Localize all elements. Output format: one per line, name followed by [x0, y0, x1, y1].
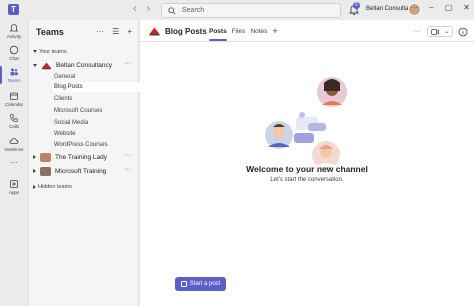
calendar-icon: [10, 92, 18, 100]
team-avatar: [40, 166, 51, 176]
history-navigation: ‹ ›: [133, 3, 150, 15]
rail-item-chat[interactable]: Chat: [0, 44, 28, 66]
rail-label: OneDrive: [4, 147, 24, 152]
rail-item-calendar[interactable]: Calendar: [0, 90, 28, 112]
panel-title: Teams: [36, 27, 64, 37]
your-teams-section[interactable]: Your teams: [33, 49, 67, 55]
rail-item-calls[interactable]: Calls: [0, 112, 28, 134]
rail-item-teams[interactable]: Teams: [0, 66, 28, 88]
section-label-text: Your teams: [39, 49, 67, 55]
meet-button[interactable]: ⌄: [427, 26, 453, 37]
minimize-icon[interactable]: –: [429, 3, 433, 12]
back-icon[interactable]: ‹: [133, 3, 137, 15]
tab-files[interactable]: Files: [232, 28, 246, 39]
window-controls: ··· – ▢ ✕: [410, 3, 470, 12]
expand-icon: [33, 155, 36, 159]
team-microsoft-training[interactable]: Microsoft Training ···: [33, 166, 139, 176]
teams-logo: T: [8, 4, 19, 15]
header-tools: ··· ⌄: [412, 26, 468, 37]
team-more-icon[interactable]: ···: [124, 166, 131, 173]
channel-tabs: Posts Files Notes +: [209, 27, 278, 41]
team-name: Beltan Consultancy: [56, 61, 113, 69]
panel-more-icon[interactable]: ···: [96, 27, 104, 36]
forward-icon[interactable]: ›: [147, 3, 151, 15]
team-name: The Training Lady: [55, 153, 108, 161]
teams-icon: [10, 68, 18, 76]
rail-label: Activity: [6, 34, 22, 39]
compose-icon: [180, 281, 187, 287]
tab-notes[interactable]: Notes: [250, 28, 267, 39]
search-placeholder: Search: [182, 7, 205, 14]
rail-item-apps[interactable]: Apps: [0, 178, 28, 200]
channel-view: Blog Posts Posts Files Notes + ··· ⌄ Wel…: [140, 20, 474, 306]
collapse-icon: [33, 63, 37, 67]
search-input[interactable]: Search: [161, 3, 341, 18]
channel-more-icon[interactable]: ···: [412, 27, 422, 37]
start-post-label: Start a post: [189, 281, 221, 287]
tab-posts[interactable]: Posts: [209, 28, 227, 41]
team-logo-icon: [149, 27, 160, 36]
expand-icon: [33, 184, 36, 189]
rail-item-activity[interactable]: Activity: [0, 22, 28, 44]
video-camera-icon: [430, 28, 439, 35]
team-more-icon[interactable]: ···: [124, 152, 131, 159]
rail-label: Calls: [8, 124, 19, 129]
team-avatar: [40, 152, 51, 162]
channel-title: Blog Posts: [165, 27, 207, 36]
teams-panel: Teams ··· ☰ + Your teams Beltan Consulta…: [28, 20, 165, 306]
notification-badge: 5: [353, 2, 360, 9]
more-options-icon[interactable]: ···: [410, 3, 418, 12]
title-bar: T ‹ › Search 5 Beltan Consultan... ··· –…: [0, 0, 474, 20]
info-icon[interactable]: [458, 27, 468, 37]
phone-icon: [10, 114, 18, 122]
chat-icon: [9, 45, 19, 55]
rail-label: Apps: [8, 190, 20, 195]
app-rail: Activity Chat Teams Calendar Calls OneDr…: [0, 20, 28, 306]
rail-label: Calendar: [4, 102, 24, 107]
welcome-illustration: [265, 77, 347, 169]
panel-toolbar: ··· ☰ +: [96, 27, 132, 36]
add-team-icon[interactable]: +: [127, 27, 132, 36]
rail-label: Chat: [9, 56, 19, 61]
channel-header: Blog Posts Posts Files Notes + ··· ⌄: [140, 20, 474, 42]
welcome-heading: Welcome to your new channel: [246, 164, 368, 174]
team-more-icon[interactable]: ···: [124, 60, 131, 67]
collapse-icon: [33, 50, 37, 54]
maximize-icon[interactable]: ▢: [445, 3, 453, 12]
start-post-button[interactable]: Start a post: [175, 277, 226, 291]
team-beltan-consultancy[interactable]: Beltan Consultancy ···: [33, 60, 139, 70]
expand-icon: [33, 169, 36, 173]
apps-icon: [10, 180, 18, 188]
bell-icon: [9, 24, 19, 32]
add-tab-button[interactable]: +: [272, 27, 277, 39]
rail-more-apps[interactable]: ···: [0, 158, 28, 180]
section-label-text: Hidden teams: [38, 184, 72, 190]
chevron-down-icon: ⌄: [444, 29, 450, 35]
search-icon: [168, 6, 176, 15]
team-name: Microsoft Training: [55, 167, 107, 175]
cloud-icon: [9, 138, 19, 144]
close-icon[interactable]: ✕: [463, 3, 470, 12]
rail-item-onedrive[interactable]: OneDrive: [0, 135, 28, 157]
team-the-training-lady[interactable]: The Training Lady ···: [33, 152, 139, 162]
hidden-teams-section[interactable]: Hidden teams: [33, 184, 72, 190]
welcome-subtext: Let's start the conversation.: [270, 177, 344, 183]
team-avatar-icon: [41, 60, 52, 70]
rail-label: Teams: [7, 78, 21, 83]
filter-icon[interactable]: ☰: [112, 27, 119, 36]
